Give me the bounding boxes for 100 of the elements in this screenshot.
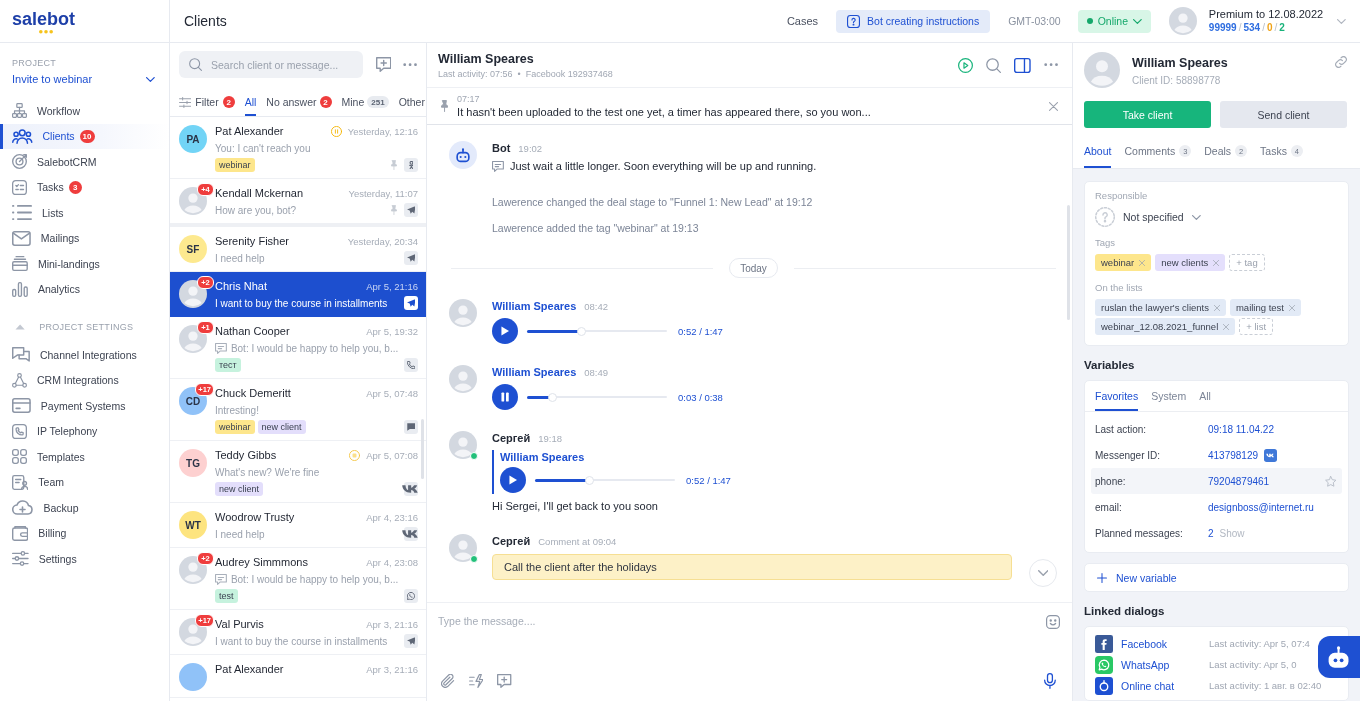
client-row[interactable]: TG Teddy Gibbs Apr 5, 07:08 What's new? We're fine new client	[170, 441, 426, 503]
audio-progress-track[interactable]	[527, 392, 667, 402]
remove-icon[interactable]	[1213, 259, 1220, 266]
nav-item[interactable]: Settings	[0, 546, 169, 572]
tab[interactable]: All	[1199, 381, 1211, 411]
message-time: Apr 5, 21:16	[366, 280, 418, 292]
close-icon[interactable]	[1049, 101, 1058, 111]
tab[interactable]: Favorites	[1095, 381, 1139, 411]
tab[interactable]: All	[244, 88, 257, 116]
filter-icon	[179, 96, 192, 108]
nav-item[interactable]: IP Telephony	[0, 418, 169, 444]
remove-icon[interactable]	[1289, 304, 1295, 311]
remove-icon[interactable]	[1139, 259, 1146, 266]
link-icon[interactable]	[1335, 56, 1347, 68]
new-variable-button[interactable]: New variable	[1084, 563, 1349, 592]
audio-progress-track[interactable]	[527, 326, 667, 336]
section-title: Variables	[1084, 358, 1135, 373]
microphone-icon[interactable]	[1044, 673, 1056, 689]
pin-icon	[441, 100, 449, 112]
play-button[interactable]	[492, 318, 518, 344]
progress-thumb[interactable]	[547, 392, 557, 402]
audio-duration: 0:03 / 0:38	[678, 391, 723, 403]
scroll-down-button[interactable]	[1029, 559, 1057, 587]
client-row[interactable]: WT Woodrow Trusty Apr 4, 23:16 I need help	[170, 503, 426, 548]
play-button[interactable]	[500, 467, 526, 493]
nav-item[interactable]: Templates	[0, 444, 169, 470]
user-avatar-icon	[449, 534, 477, 562]
quoted-message[interactable]: William Speares 0:52 / 1:47	[492, 450, 731, 494]
star-icon[interactable]	[1324, 475, 1336, 487]
more-icon[interactable]	[1043, 63, 1058, 67]
nav-item[interactable]: Channel Integrations	[0, 342, 169, 368]
nav-item[interactable]: Mini-landings	[0, 251, 169, 277]
client-name: Woodrow Trusty	[215, 511, 296, 523]
user-avatar-icon	[1168, 7, 1197, 35]
tab[interactable]: About	[1084, 140, 1112, 168]
instructions-button[interactable]: Bot creating instructions	[836, 9, 991, 33]
message-preview: I want to buy the course in installments	[215, 297, 388, 309]
remove-icon[interactable]	[1213, 304, 1220, 311]
nav-item[interactable]: Lists	[0, 200, 169, 226]
tab[interactable]: System	[1151, 381, 1187, 411]
variable-name: phone:	[1095, 475, 1127, 487]
search-field[interactable]: Search client or message...	[179, 51, 363, 78]
dialog-link[interactable]: Facebook	[1121, 637, 1201, 650]
nav-item[interactable]: Billing	[0, 520, 169, 546]
chat-plus-icon[interactable]	[376, 57, 392, 72]
nav-item[interactable]: Mailings	[0, 225, 169, 251]
progress-thumb[interactable]	[584, 475, 594, 485]
tab[interactable]: Other	[398, 88, 425, 116]
message-preview: I need help	[215, 528, 265, 540]
activity-event: Lawerence added the tag "webinar" at 19:13	[492, 221, 700, 235]
client-row[interactable]: Pat Alexander Apr 3, 21:16	[170, 655, 426, 698]
nav-item[interactable]: CRM Integrations	[0, 367, 169, 393]
tag: new client	[257, 420, 306, 434]
tab[interactable]: Mine 251	[341, 88, 389, 116]
smiley-icon[interactable]	[1046, 615, 1060, 629]
nav-item[interactable]: Team	[0, 469, 169, 495]
nav-item[interactable]: Payment Systems	[0, 393, 169, 419]
count-badge: 251	[367, 96, 389, 108]
play-circle-icon[interactable]	[958, 57, 974, 73]
pause-button[interactable]	[492, 384, 518, 410]
side-panel-icon[interactable]	[1014, 57, 1031, 73]
grid-icon	[12, 449, 27, 465]
lightning-icon[interactable]	[468, 674, 484, 688]
paperclip-icon[interactable]	[441, 674, 455, 688]
chevron-down-icon[interactable]	[1337, 18, 1346, 24]
message-time: Apr 5, 07:08	[366, 449, 418, 461]
cases-link[interactable]: Cases	[786, 15, 819, 27]
assistant-button[interactable]	[1318, 636, 1360, 678]
audio-progress-track[interactable]	[535, 475, 675, 485]
chat-plus-icon[interactable]	[497, 674, 512, 688]
initials-avatar: WT	[179, 511, 207, 539]
nav-item[interactable]: Backup	[0, 495, 169, 521]
variable-value: 09:18 11.04.22	[1208, 423, 1274, 435]
message-preview: Bot: I would be happy to help you, b...	[230, 342, 399, 354]
nav-item[interactable]: Workflow	[0, 98, 169, 124]
chat-bubble-icon	[404, 420, 418, 434]
scrollbar-thumb[interactable]	[1067, 205, 1070, 320]
paper-plane-icon	[404, 203, 418, 217]
nav-item[interactable]: SalebotCRM	[0, 149, 169, 175]
list-icon	[12, 205, 32, 221]
filter-button[interactable]: Filter 2	[179, 88, 235, 116]
dialog-link[interactable]: Online chat	[1121, 679, 1201, 692]
more-icon[interactable]	[403, 62, 418, 67]
project-dropdown[interactable]: Invite to webinar	[0, 71, 169, 87]
scrollbar-thumb[interactable]	[421, 419, 424, 479]
search-icon[interactable]	[986, 57, 1002, 73]
last-activity: Last activity: Apr 5, 0	[1209, 659, 1298, 670]
message-time: 08:42	[584, 300, 609, 314]
progress-thumb[interactable]	[576, 326, 586, 336]
remove-icon[interactable]	[1223, 323, 1230, 330]
people-icon	[12, 128, 33, 144]
client-row[interactable]: PA Pat Alexander Yesterday, 12:16 You: I can't reach you webinar	[170, 117, 426, 179]
nav-item[interactable]: Tasks 3	[0, 174, 169, 200]
secondary-action-button[interactable]: Send client	[1220, 101, 1347, 128]
nav-item[interactable]: Analytics	[0, 276, 169, 302]
tab[interactable]: No answer 2	[266, 88, 332, 116]
message-input[interactable]: Type the message....	[438, 611, 1036, 659]
chevron-down-icon	[146, 76, 155, 82]
responsible-dropdown[interactable]: Not specified	[1095, 206, 1201, 228]
dialog-link[interactable]: WhatsApp	[1121, 658, 1201, 671]
